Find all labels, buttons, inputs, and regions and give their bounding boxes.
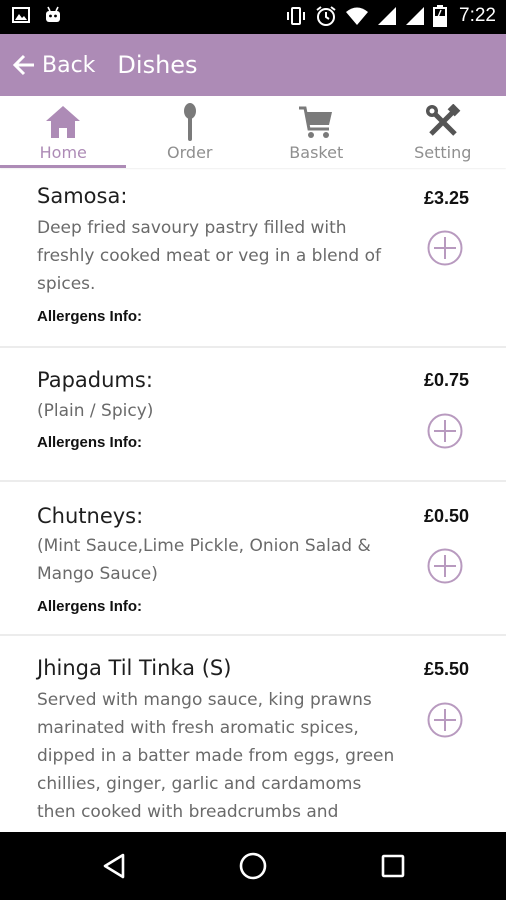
dish-description-line: Served with mango sauce, king prawns	[37, 690, 372, 710]
tab-order-label: Order	[167, 143, 213, 162]
status-time: 7:22	[459, 5, 496, 26]
back-triangle-icon	[103, 853, 125, 879]
tab-basket-label: Basket	[289, 143, 344, 162]
back-button[interactable]: Back	[12, 53, 95, 78]
add-to-basket-icon[interactable]	[427, 230, 463, 266]
list-item[interactable]: Papadums: £0.75 (Plain / Spicy) Allergen…	[0, 348, 506, 482]
nav-recents-button[interactable]	[373, 849, 413, 883]
tab-home[interactable]: Home	[0, 96, 127, 168]
dish-description-line: dipped in a batter made from eggs, green	[37, 746, 395, 766]
dish-description-line: marinated with fresh aromatic spices,	[37, 718, 359, 738]
status-left-icons	[12, 6, 62, 24]
status-bar: 7:22	[0, 0, 506, 34]
allergens-info[interactable]: Allergens Info:	[37, 434, 142, 451]
allergens-info[interactable]: Allergens Info:	[37, 308, 142, 325]
back-label: Back	[42, 52, 96, 78]
nav-back-button[interactable]	[94, 849, 134, 883]
list-item[interactable]: Samosa: £3.25 Deep fried savoury pastry …	[0, 170, 506, 348]
dish-description-line: freshly cooked meat or veg in a blend of	[37, 246, 381, 266]
allergens-info[interactable]: Allergens Info:	[37, 598, 142, 615]
arrow-left-icon	[12, 54, 34, 76]
signal-icon	[378, 7, 397, 25]
dish-name: Chutneys:	[37, 504, 144, 528]
dish-description-line: (Plain / Spicy)	[37, 401, 154, 421]
nav-home-button[interactable]	[233, 849, 273, 883]
android-icon	[46, 6, 60, 22]
page-title: Dishes	[117, 51, 198, 79]
dish-description: (Mint Sauce,Lime Pickle, Onion Salad & M…	[37, 532, 397, 588]
list-item[interactable]: Jhinga Til Tinka (S) £5.50 Served with m…	[0, 636, 506, 832]
dish-description-line: Mango Sauce)	[37, 564, 158, 584]
image-icon	[12, 7, 30, 23]
signal-icon	[406, 7, 425, 25]
tab-setting-label: Setting	[414, 143, 472, 162]
add-to-basket-icon[interactable]	[427, 548, 463, 584]
tab-setting[interactable]: Setting	[380, 96, 506, 168]
tab-basket[interactable]: Basket	[253, 96, 380, 168]
add-to-basket-icon[interactable]	[427, 413, 463, 449]
navigation-bar	[0, 832, 506, 900]
dish-description: Served with mango sauce, king prawns mar…	[37, 686, 397, 826]
dish-description-line: chillies, ginger, garlic and cardamoms	[37, 774, 362, 794]
dish-price: £0.75	[423, 370, 469, 390]
recents-square-icon	[381, 854, 405, 878]
app-bar: Back Dishes	[0, 34, 506, 96]
cart-icon	[299, 106, 333, 138]
battery-icon	[433, 5, 448, 27]
wifi-icon	[346, 7, 369, 25]
dish-description: Deep fried savoury pastry filled with fr…	[37, 214, 397, 298]
tab-home-label: Home	[39, 143, 87, 162]
active-tab-indicator	[0, 165, 126, 168]
dish-price: £3.25	[423, 188, 469, 208]
status-right-icons: 7:22	[285, 5, 496, 27]
dish-description-line: Deep fried savoury pastry filled with	[37, 218, 347, 238]
dish-description-line: then cooked with breadcrumbs and	[37, 802, 339, 822]
dish-name: Papadums:	[37, 368, 153, 392]
dish-price: £0.50	[423, 506, 469, 526]
tools-icon	[425, 104, 461, 136]
home-icon	[46, 106, 81, 138]
tab-order[interactable]: Order	[127, 96, 254, 168]
dish-name: Jhinga Til Tinka (S)	[37, 656, 232, 680]
dish-description-line: (Mint Sauce,Lime Pickle, Onion Salad &	[37, 536, 371, 556]
list-item[interactable]: Chutneys: £0.50 (Mint Sauce,Lime Pickle,…	[0, 482, 506, 636]
home-circle-icon	[239, 852, 267, 880]
add-to-basket-icon[interactable]	[427, 702, 463, 738]
dish-description-line: spices.	[37, 274, 96, 294]
dish-list[interactable]: Samosa: £3.25 Deep fried savoury pastry …	[0, 170, 506, 832]
dish-description: (Plain / Spicy)	[37, 397, 397, 425]
vibrate-icon	[287, 7, 306, 25]
dish-price: £5.50	[423, 659, 469, 679]
tab-bar: Home Order Basket Setting	[0, 96, 506, 168]
alarm-icon	[316, 6, 336, 26]
spoon-icon	[183, 103, 196, 141]
dish-name: Samosa:	[37, 184, 128, 208]
